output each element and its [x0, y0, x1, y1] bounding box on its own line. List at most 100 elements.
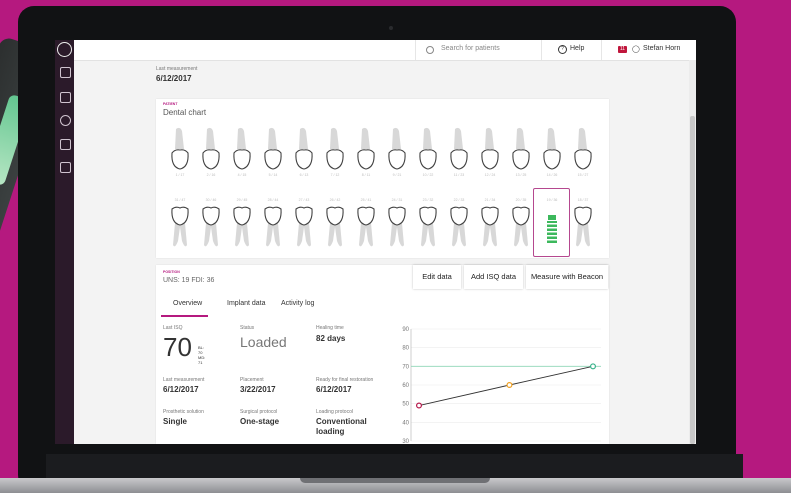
tooth-label: 30 / 46 [205, 198, 217, 202]
lower-tooth[interactable] [477, 203, 503, 251]
upper-tooth[interactable] [353, 127, 379, 171]
last-measurement-value: 6/12/2017 [156, 74, 192, 83]
active-tab-indicator [161, 315, 208, 317]
y-tick-label: 90 [402, 327, 409, 333]
y-tick-label: 80 [402, 346, 409, 352]
tooth-label: 29 / 45 [236, 198, 248, 202]
lower-tooth[interactable] [415, 203, 441, 251]
scrollbar[interactable] [689, 60, 696, 444]
help-icon: ? [558, 45, 567, 54]
lower-tooth[interactable] [446, 203, 472, 251]
lower-tooth[interactable] [198, 203, 224, 251]
user-name: Stefan Horn [643, 45, 681, 52]
status-value: Loaded [240, 334, 287, 350]
side-rail [55, 40, 74, 444]
tab-overview[interactable]: Overview [173, 300, 202, 307]
monitor-icon[interactable] [60, 162, 71, 173]
records-icon[interactable] [60, 92, 71, 103]
y-tick-label: 70 [402, 364, 409, 370]
settings-icon[interactable] [60, 115, 71, 126]
user-menu[interactable]: 11 ◯ Stefan Horn [601, 40, 696, 60]
placement-field: Placement 3/22/2017 [240, 377, 276, 394]
last-meas-value: 6/12/2017 [163, 385, 199, 394]
upper-tooth[interactable] [384, 127, 410, 171]
upper-tooth[interactable] [415, 127, 441, 171]
lower-tooth[interactable] [508, 203, 534, 251]
lower-tooth[interactable] [167, 203, 193, 251]
tooth-label: 23 / 32 [422, 198, 434, 202]
lower-tooth[interactable] [229, 203, 255, 251]
tooth-label: 15 / 27 [577, 173, 589, 177]
upper-tooth[interactable] [477, 127, 503, 171]
isq-point [416, 402, 423, 409]
tooth-label: 5 / 14 [268, 173, 278, 177]
search-input[interactable]: Search for patients [441, 45, 500, 52]
surgical-label: Surgical protocol [240, 409, 278, 415]
last-isq-field: Last ISQ 70 BL: 70 MD: 71 [163, 325, 205, 365]
lower-tooth[interactable] [570, 203, 596, 251]
tooth-label: 25 / 41 [360, 198, 372, 202]
isq-chart: 30 40 50 60 70 80 90 [402, 327, 601, 443]
dental-chart-title: Dental chart [163, 108, 207, 117]
upper-tooth[interactable] [322, 127, 348, 171]
last-measurement-field: Last measurement 6/12/2017 [163, 377, 204, 394]
tooth-label: 20 / 35 [515, 198, 527, 202]
position-caption: POSITION [163, 270, 180, 274]
dental-chart-caption: PATIENT [163, 102, 178, 106]
selected-tooth-frame[interactable] [533, 188, 570, 257]
upper-tooth[interactable] [446, 127, 472, 171]
upper-tooth[interactable] [198, 127, 224, 171]
measure-with-beacon-button[interactable]: Measure with Beacon [526, 265, 608, 289]
isq-point [506, 381, 513, 388]
prosthetic-label: Prosthetic solution [163, 409, 204, 415]
lower-tooth[interactable] [353, 203, 379, 251]
lower-tooth[interactable] [291, 203, 317, 251]
patients-icon[interactable] [60, 67, 71, 78]
lower-tooth[interactable] [322, 203, 348, 251]
last-meas-label: Last measurement [163, 377, 205, 383]
document-icon[interactable] [60, 139, 71, 150]
upper-tooth[interactable] [570, 127, 596, 171]
status-label: Status [240, 325, 255, 331]
tooth-label: 14 / 26 [546, 173, 558, 177]
surgical-value: One-stage [240, 417, 280, 426]
app-screen: Search for patients ? Help 11 ◯ Stefan H… [55, 40, 696, 444]
camera [389, 26, 393, 30]
healing-value: 82 days [316, 334, 346, 343]
upper-tooth[interactable] [291, 127, 317, 171]
tooth-label: 8 / 11 [361, 173, 371, 177]
upper-tooth[interactable] [539, 127, 565, 171]
edit-data-button[interactable]: Edit data [413, 265, 461, 289]
dental-chart-card: PATIENT Dental chart 1 / 17 2 / 16 4 / 15 5… [156, 99, 609, 258]
add-isq-data-button[interactable]: Add ISQ data [464, 265, 523, 289]
scrollbar-thumb[interactable] [690, 116, 695, 444]
position-card: POSITION UNS: 19 FDI: 36 Edit data Add I… [156, 265, 609, 444]
tooth-label: 31 / 47 [174, 198, 186, 202]
search-box[interactable]: Search for patients [415, 40, 542, 60]
tooth-label: 27 / 43 [298, 198, 310, 202]
search-icon [426, 46, 434, 54]
upper-tooth[interactable] [508, 127, 534, 171]
upper-tooth[interactable] [167, 127, 193, 171]
app-logo-icon[interactable] [57, 42, 72, 57]
loading-value: Conventional loading [316, 417, 367, 436]
tooth-label: 10 / 22 [422, 173, 434, 177]
lower-tooth[interactable] [384, 203, 410, 251]
placement-value: 3/22/2017 [240, 385, 276, 394]
loading-field: Loading protocol Conventional loading [316, 409, 386, 437]
tab-activity-log[interactable]: Activity log [281, 300, 314, 307]
tooth-label: 12 / 24 [484, 173, 496, 177]
tooth-label: 9 / 21 [392, 173, 402, 177]
loading-label: Loading protocol [316, 409, 353, 415]
help-label: Help [570, 45, 585, 52]
ready-value: 6/12/2017 [316, 385, 352, 394]
tab-implant-data[interactable]: Implant data [227, 300, 266, 307]
lower-tooth[interactable] [260, 203, 286, 251]
notification-badge[interactable]: 11 [618, 46, 627, 53]
upper-tooth[interactable] [260, 127, 286, 171]
top-bar: Search for patients ? Help 11 ◯ Stefan H… [74, 40, 696, 61]
bl-value: BL: 70 [198, 345, 205, 355]
healing-time-field: Healing time 82 days [316, 325, 345, 343]
upper-tooth[interactable] [229, 127, 255, 171]
help-button[interactable]: ? Help [541, 40, 602, 60]
